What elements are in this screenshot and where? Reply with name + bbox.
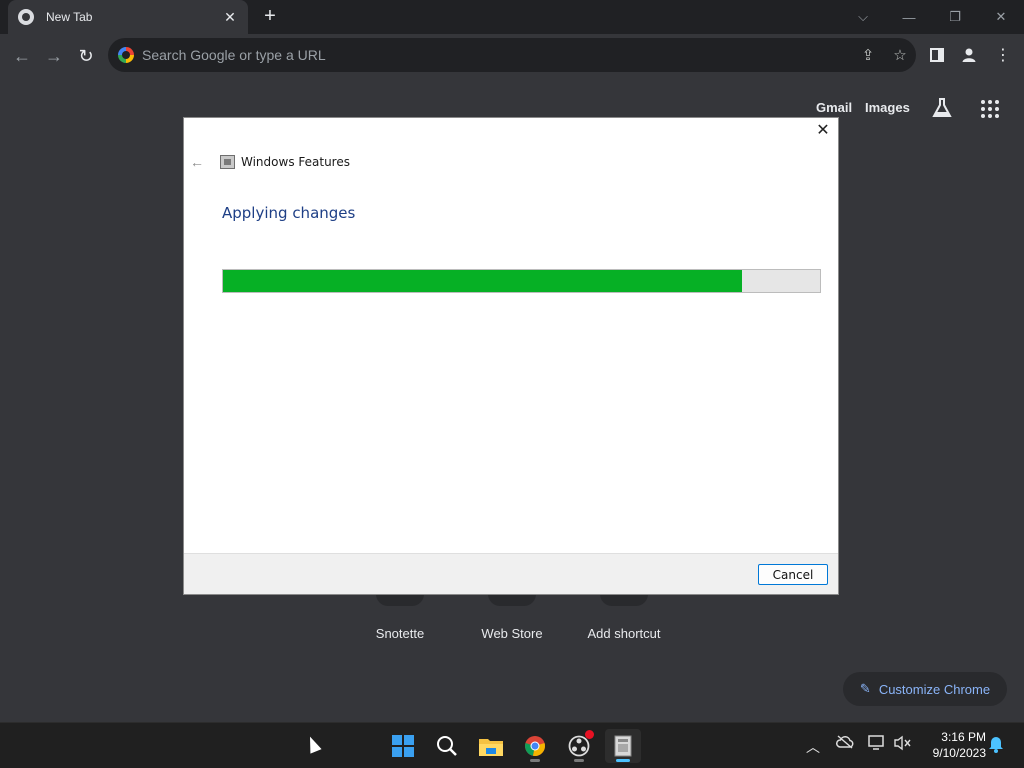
- apps-grid-icon[interactable]: [980, 99, 1000, 124]
- onedrive-cloud-icon[interactable]: [836, 735, 854, 752]
- dialog-back-icon[interactable]: ←: [190, 154, 206, 170]
- windows-features-dialog: ✕ ← Windows Features Applying changes Ca…: [183, 117, 839, 595]
- customize-chrome-button[interactable]: ✎ Customize Chrome: [843, 672, 1007, 706]
- dialog-title: Windows Features: [241, 155, 350, 169]
- forward-icon[interactable]: →: [40, 42, 68, 70]
- shortcut-tile-snotette[interactable]: [376, 594, 424, 606]
- shortcut-tile-add[interactable]: [600, 594, 648, 606]
- clock-date: 9/10/2023: [932, 746, 986, 760]
- side-panel-icon[interactable]: [928, 46, 946, 64]
- chrome-taskbar-button[interactable]: [517, 729, 553, 763]
- windows-features-taskbar-button[interactable]: [605, 729, 641, 763]
- minimize-button[interactable]: —: [886, 0, 932, 34]
- browser-toolbar: ← → ↻ Search Google or type a URL ⇪ ☆ ⋮: [0, 34, 1024, 76]
- google-g-icon: [118, 47, 134, 63]
- running-indicator: [574, 759, 584, 762]
- active-indicator: [616, 759, 630, 762]
- dialog-footer: Cancel: [184, 553, 838, 594]
- folder-icon: [479, 739, 503, 756]
- tab-close-icon[interactable]: ✕: [222, 9, 238, 26]
- progress-bar: [222, 269, 821, 293]
- notification-bell-icon[interactable]: [988, 736, 1004, 756]
- bookmark-star-icon[interactable]: ☆: [884, 46, 916, 64]
- customize-chrome-label: Customize Chrome: [878, 681, 991, 697]
- start-button[interactable]: [385, 729, 421, 763]
- search-icon: [437, 736, 457, 756]
- labs-flask-icon[interactable]: [931, 97, 953, 124]
- running-indicator: [530, 759, 540, 762]
- chrome-favicon-icon: [18, 9, 34, 25]
- taskbar-clock[interactable]: 3:16 PM 9/10/2023: [918, 729, 986, 761]
- tab-new-tab[interactable]: New Tab ✕: [8, 0, 248, 34]
- close-window-button[interactable]: ✕: [978, 0, 1024, 34]
- menu-kebab-icon[interactable]: ⋮: [994, 46, 1012, 64]
- share-icon[interactable]: ⇪: [852, 46, 884, 64]
- profile-icon[interactable]: [960, 46, 978, 64]
- volume-muted-icon[interactable]: [894, 735, 912, 754]
- pencil-icon: ✎: [859, 681, 871, 696]
- file-explorer-button[interactable]: [473, 729, 509, 763]
- windows-features-icon: [614, 735, 632, 757]
- show-hidden-icons-chevron-icon[interactable]: ︿: [806, 737, 820, 757]
- cancel-button[interactable]: Cancel: [758, 564, 828, 585]
- tab-title: New Tab: [46, 10, 93, 24]
- images-link[interactable]: Images: [865, 100, 910, 115]
- dialog-heading: Applying changes: [222, 204, 356, 222]
- shortcut-tile-web-store[interactable]: [488, 594, 536, 606]
- shortcut-label[interactable]: Web Store: [462, 626, 562, 641]
- windows-logo-icon: [392, 735, 414, 757]
- omnibox-placeholder[interactable]: Search Google or type a URL: [142, 47, 852, 63]
- tab-strip: New Tab ✕ + ⌵ — ❐ ✕: [0, 0, 1024, 34]
- restore-button[interactable]: ❐: [932, 0, 978, 34]
- search-button[interactable]: [429, 729, 465, 763]
- shortcut-label[interactable]: Snotette: [350, 626, 450, 641]
- obs-taskbar-button[interactable]: [561, 729, 597, 763]
- new-tab-button[interactable]: +: [258, 6, 282, 28]
- shortcut-label[interactable]: Add shortcut: [574, 626, 674, 641]
- tab-search-icon[interactable]: ⌵: [840, 0, 886, 34]
- notification-dot-icon: [585, 730, 594, 739]
- reload-icon[interactable]: ↻: [72, 42, 100, 70]
- progress-bar-fill: [223, 270, 743, 292]
- taskbar: ︿: [0, 722, 1024, 768]
- dialog-close-icon[interactable]: ✕: [814, 122, 832, 140]
- omnibox[interactable]: Search Google or type a URL ⇪ ☆: [108, 38, 916, 72]
- network-icon[interactable]: [868, 735, 886, 754]
- back-icon[interactable]: ←: [8, 42, 36, 70]
- windows-features-app-icon: [220, 155, 235, 169]
- clock-time: 3:16 PM: [941, 730, 986, 744]
- chrome-icon: [525, 736, 545, 756]
- gmail-link[interactable]: Gmail: [816, 100, 852, 115]
